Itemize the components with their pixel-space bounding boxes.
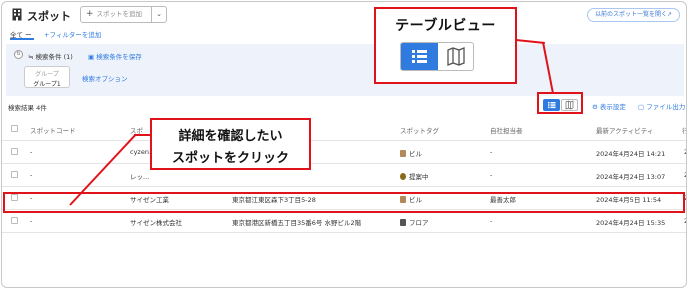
tab-all[interactable]: 全て ー: [10, 29, 34, 40]
app-window: スポット + スポットを追加 ⌄ 以前のスポット一覧を開く↗ 全て ー +フィルタ…: [1, 1, 687, 288]
row-checkbox[interactable]: [11, 148, 18, 155]
owner: -: [490, 171, 493, 179]
spot-tag: ビル: [400, 148, 422, 158]
spot-name[interactable]: レッ...: [130, 171, 149, 181]
result-count: 検索結果 4件: [8, 104, 47, 112]
spot-code: -: [30, 171, 33, 179]
extra-cell: 2: [684, 148, 686, 156]
column-header[interactable]: スポットコード: [30, 125, 76, 135]
spot-code: -: [30, 217, 33, 225]
click-callout: 詳細を確認したい スポットをクリック: [150, 118, 311, 170]
chevron-down-icon: ⌄: [156, 10, 162, 18]
enlarged-map-view: [438, 43, 474, 70]
spot-address: 東京都港区新橋五丁目35番6号 水野ビル2階: [232, 219, 362, 227]
list-icon: [412, 50, 427, 63]
group-value: グループ1: [33, 81, 61, 88]
spot-tag-label: 提案中: [409, 173, 429, 181]
group-caption: グループ: [35, 71, 59, 78]
latest-activity: 2024年4月24日 14:21: [596, 150, 666, 158]
extra-cell: 2: [684, 171, 686, 179]
column-header[interactable]: 自社担当者: [490, 125, 523, 135]
add-spot-button[interactable]: + スポットを追加: [80, 6, 152, 23]
spot-tag-label: フロア: [409, 219, 429, 227]
enlarged-view-toggle: [400, 42, 474, 71]
column-header[interactable]: 行: [682, 125, 686, 135]
old-list-button[interactable]: 以前のスポット一覧を開く↗: [586, 8, 680, 22]
table-view-title: テーブルビュー: [395, 18, 496, 34]
display-settings-label: 表示設定: [599, 103, 626, 111]
search-conditions-panel: ⇅ ≒ 検索条件 (1) ▣ 検索条件を保存 グループ グループ1 検索オプショ…: [6, 44, 684, 96]
add-spot-label: スポットを追加: [96, 10, 143, 18]
table-view-callout: テーブルビュー: [374, 7, 517, 84]
table-header-row: スポットコード スポ スポットタグ 自社担当者 最新アクティビティ 行: [2, 118, 686, 141]
table-row[interactable]: - cyzen... ビル - 2024年4月24日 14:21 2: [2, 141, 686, 164]
gear-icon: ⚙: [592, 103, 600, 111]
extra-cell: 2: [684, 217, 686, 225]
view-toggle-highlight: [537, 92, 583, 114]
sort-icon[interactable]: ⇅: [14, 50, 23, 59]
click-callout-line1: 詳細を確認したい: [178, 129, 283, 144]
spot-name[interactable]: サイゼン株式会社: [130, 217, 182, 227]
filter-tabs: 全て ー +フィルターを追加: [2, 29, 686, 41]
spot-tag: フロア: [400, 217, 429, 227]
search-conditions-toggle[interactable]: ≒ 検索条件 (1): [28, 51, 73, 61]
building-icon: [12, 8, 22, 21]
add-filter-link[interactable]: +フィルターを追加: [44, 29, 101, 39]
header: スポット + スポットを追加 ⌄ 以前のスポット一覧を開く↗: [2, 2, 686, 28]
page-title: スポット: [27, 10, 71, 23]
plus-icon: +: [86, 9, 94, 19]
file-output-link[interactable]: ▢ ファイル出力: [638, 101, 685, 111]
click-callout-line2: スポットをクリック: [171, 151, 289, 166]
owner: -: [490, 217, 493, 225]
target-row-highlight: [3, 192, 685, 213]
add-filter-label: フィルターを追加: [49, 31, 102, 39]
map-icon: [447, 47, 465, 66]
spot-tag: 提案中: [400, 171, 429, 181]
enlarged-list-view: [401, 43, 438, 70]
add-spot-menu-button[interactable]: ⌄: [151, 6, 167, 23]
save-conditions-link[interactable]: ▣ 検索条件を保存: [88, 51, 142, 61]
group-selector[interactable]: グループ グループ1: [24, 66, 70, 88]
spot-tag-label: ビル: [409, 150, 422, 158]
file-output-label: ファイル出力: [646, 103, 686, 111]
display-settings-link[interactable]: ⚙ 表示設定: [592, 101, 626, 111]
owner: -: [490, 148, 493, 156]
file-icon: ▢: [638, 103, 647, 111]
row-checkbox[interactable]: [11, 217, 18, 224]
save-conditions-label: 検索条件を保存: [96, 53, 142, 61]
column-header[interactable]: 最新アクティビティ: [596, 125, 653, 135]
building-tag-icon: [400, 150, 406, 157]
row-checkbox[interactable]: [11, 171, 18, 178]
save-icon: ▣: [88, 53, 97, 61]
floor-tag-icon: [400, 219, 406, 226]
latest-activity: 2024年4月24日 15:35: [596, 219, 666, 227]
column-header[interactable]: スポットタグ: [400, 125, 439, 135]
table-row[interactable]: - サイゼン株式会社 東京都港区新橋五丁目35番6号 水野ビル2階 フロア - …: [2, 210, 686, 233]
latest-activity: 2024年4月24日 13:07: [596, 173, 666, 181]
search-options-link[interactable]: 検索オプション: [82, 73, 128, 83]
proposal-tag-icon: [400, 173, 406, 180]
select-all-checkbox[interactable]: [11, 125, 18, 132]
spot-code: -: [30, 148, 33, 156]
